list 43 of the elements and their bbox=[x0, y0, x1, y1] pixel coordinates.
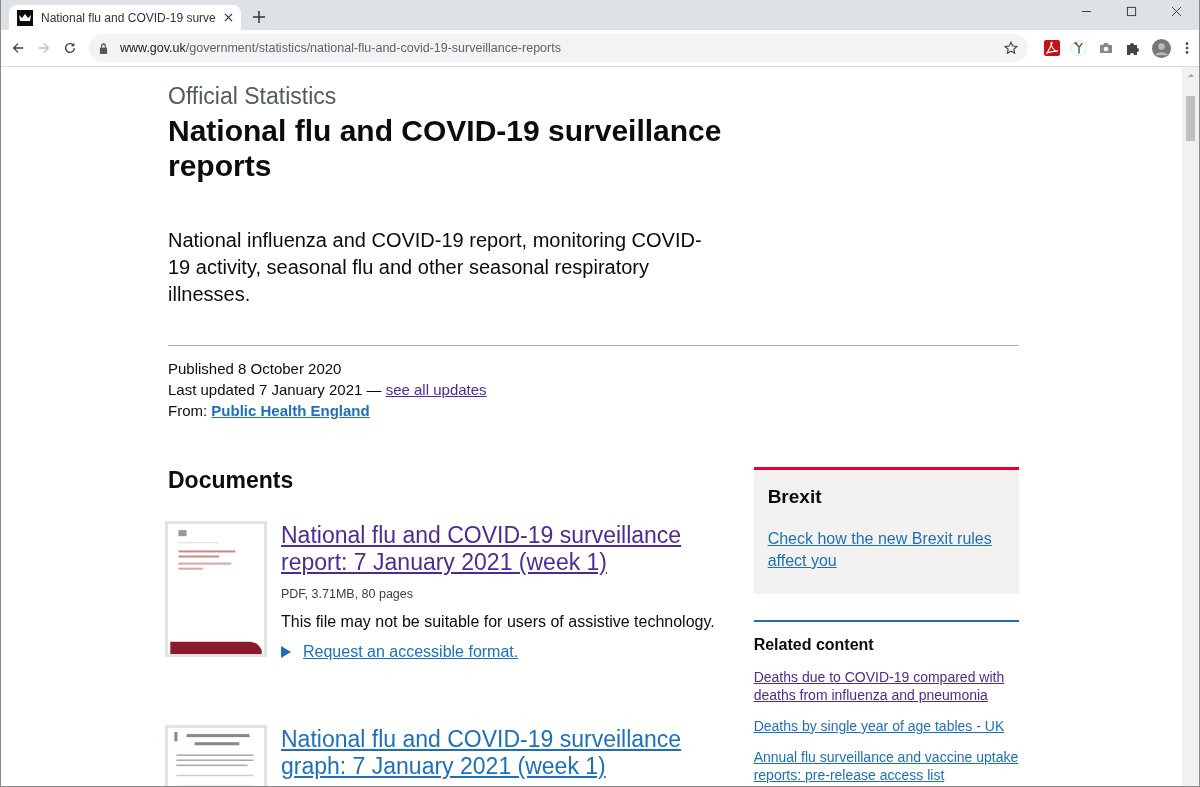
star-icon[interactable] bbox=[1004, 41, 1018, 55]
scroll-thumb[interactable] bbox=[1186, 96, 1195, 141]
related-link[interactable]: Deaths due to COVID-19 compared with deaths from influenza and pneumonia bbox=[753, 668, 1019, 704]
pdf-icon[interactable] bbox=[1044, 40, 1060, 56]
file-details: PDF, 3.71MB, 80 pages bbox=[281, 587, 415, 601]
related-link[interactable]: Annual flu surveillance and vaccine uptake reports: pre-release access list bbox=[753, 748, 1019, 784]
accessibility-note: This file may not be suitable for users of assistive technology. bbox=[281, 613, 716, 631]
related-heading: Related content bbox=[753, 636, 875, 654]
request-format-link[interactable]: Request an accessible format. bbox=[303, 643, 519, 661]
panel-heading: Brexit bbox=[767, 486, 823, 508]
close-icon[interactable] bbox=[224, 13, 233, 22]
page-category: Official Statistics bbox=[168, 83, 338, 110]
published-date: Published 8 October 2020 bbox=[168, 359, 343, 379]
avatar-icon[interactable] bbox=[1152, 38, 1171, 58]
scrollbar[interactable] bbox=[1182, 67, 1199, 786]
related-link[interactable]: Deaths by single year of age tables - UK bbox=[753, 717, 1019, 735]
puzzle-icon[interactable] bbox=[1125, 40, 1141, 56]
updates-link[interactable]: see all updates bbox=[385, 381, 487, 398]
url-path: /government/statistics/national-flu-and-covid-19-surveillance-reports bbox=[185, 41, 561, 55]
camera-icon[interactable] bbox=[1098, 40, 1114, 56]
caret-icon[interactable] bbox=[281, 646, 291, 658]
address-bar[interactable]: www.gov.uk/government/statistics/national-flu-and-covid-19-surveillance-reports bbox=[89, 34, 1028, 62]
reload-icon[interactable] bbox=[63, 41, 77, 55]
updated-date: Last updated 7 January 2021 — bbox=[168, 381, 382, 398]
new-tab-icon[interactable] bbox=[253, 11, 265, 23]
section-heading: Documents bbox=[168, 467, 295, 494]
url-host: www.gov.uk bbox=[120, 41, 186, 55]
menu-icon[interactable] bbox=[1185, 41, 1189, 55]
browser-tab[interactable]: National flu and COVID-19 surve bbox=[9, 5, 241, 30]
page-title: National flu and COVID-19 surveillance reports bbox=[168, 113, 723, 183]
maximize-icon[interactable] bbox=[1126, 6, 1137, 17]
page-summary: National influenza and COVID-19 report, monitoring COVID-19 activity, seasonal flu and other seasonal respiratory illnesses. bbox=[168, 228, 703, 307]
back-icon[interactable] bbox=[11, 41, 25, 55]
tab-title: National flu and COVID-19 surve bbox=[41, 10, 216, 25]
document-link[interactable]: National flu and COVID-19 surveillance graph: 7 January 2021 (week 1) bbox=[281, 726, 722, 780]
from-label: From: bbox=[168, 402, 208, 419]
brexit-link[interactable]: Check how the new Brexit rules affect you bbox=[767, 528, 1005, 572]
close-icon[interactable] bbox=[1171, 6, 1182, 17]
organisation-link[interactable]: Public Health England bbox=[211, 402, 370, 419]
crown-icon bbox=[17, 9, 33, 26]
document-link[interactable]: National flu and COVID-19 surveillance report: 7 January 2021 (week 1) bbox=[281, 522, 722, 576]
plant-icon[interactable] bbox=[1071, 40, 1087, 56]
lock-icon bbox=[99, 42, 108, 54]
